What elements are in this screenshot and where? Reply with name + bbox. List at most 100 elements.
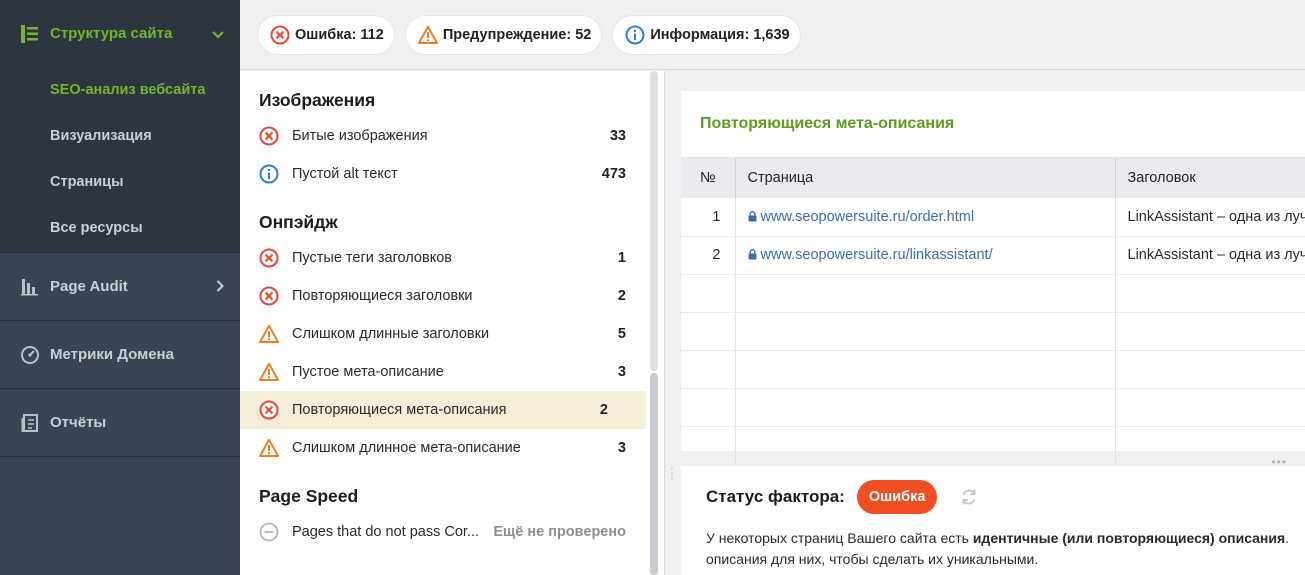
warning-summary-pill[interactable]: Предупреждение: 52 bbox=[405, 15, 602, 54]
sidebar-item-label: Все ресурсы bbox=[50, 220, 143, 236]
error-summary-pill[interactable]: Ошибка: 112 bbox=[258, 15, 394, 54]
description-bold-text: идентичные (или повторяющиеся) описания bbox=[972, 530, 1286, 546]
gauge-icon bbox=[20, 345, 40, 365]
description-text-line2: описания для них, чтобы сделать их уника… bbox=[706, 551, 1039, 567]
error-icon bbox=[259, 400, 279, 420]
factor-label: Повторяющиеся заголовки bbox=[292, 288, 473, 304]
column-header-num[interactable]: № bbox=[681, 158, 736, 198]
refresh-icon[interactable] bbox=[959, 487, 979, 507]
page-url-link[interactable]: www.seopowersuite.ru/linkassistant/ bbox=[761, 247, 993, 263]
factor-row[interactable]: Пустой alt текст 473 bbox=[240, 155, 664, 193]
group-title: Page Speed bbox=[259, 486, 359, 506]
factor-row[interactable]: Повторяющиеся мета-описания 2 bbox=[240, 391, 646, 429]
details-area: Повторяющиеся мета-описания № Страница З… bbox=[666, 71, 1305, 575]
factor-label: Пустой alt текст bbox=[292, 166, 398, 182]
sidebar-item-label: Визуализация bbox=[50, 128, 152, 144]
error-icon bbox=[259, 248, 279, 268]
sidebar-domain-metrics[interactable]: Метрики Домена bbox=[0, 321, 240, 389]
factor-list-scrollbar[interactable] bbox=[648, 71, 660, 575]
empty-cell bbox=[1115, 388, 1305, 427]
chevron-right-icon bbox=[216, 279, 224, 295]
sidebar-reports-label: Отчёты bbox=[50, 414, 107, 431]
sidebar-item-seo-analysis[interactable]: SEO-анализ вебсайта bbox=[0, 67, 240, 113]
details-table: № Страница Заголовок 1 www.seopowersuite.… bbox=[681, 158, 1305, 465]
sidebar-item-pages[interactable]: Страницы bbox=[0, 159, 240, 205]
factor-row[interactable]: Повторяющиеся заголовки 2 bbox=[240, 277, 664, 315]
factor-count: 5 bbox=[617, 326, 626, 342]
empty-cell bbox=[681, 312, 736, 351]
info-summary-pill[interactable]: Информация: 1,639 bbox=[613, 15, 800, 54]
vertical-resize-handle[interactable]: · · · bbox=[670, 462, 674, 484]
sidebar-site-structure[interactable]: Структура сайта bbox=[0, 0, 240, 67]
factor-count: 473 bbox=[601, 166, 626, 182]
details-title: Повторяющиеся мета-описания bbox=[681, 91, 1305, 158]
warning-icon bbox=[417, 25, 438, 45]
factor-label: Пустое мета-описание bbox=[292, 364, 444, 380]
error-icon bbox=[259, 286, 279, 306]
empty-cell bbox=[681, 388, 736, 427]
factor-count: 3 bbox=[617, 440, 626, 456]
page-url-link[interactable]: www.seopowersuite.ru/order.html bbox=[761, 209, 975, 225]
empty-cell bbox=[735, 388, 1116, 427]
info-summary-label: Информация: 1,639 bbox=[650, 26, 790, 43]
factor-status-panel: Статус фактора: Ошибка У некоторых стран… bbox=[681, 466, 1305, 575]
factor-status-label: Статус фактора: bbox=[706, 487, 845, 506]
empty-cell bbox=[1115, 274, 1305, 313]
sidebar: Структура сайта SEO-анализ вебсайта Визу… bbox=[0, 0, 240, 575]
sidebar-reports[interactable]: Отчёты bbox=[0, 389, 240, 457]
warning-icon bbox=[259, 324, 279, 344]
sidebar-page-audit[interactable]: Page Audit bbox=[0, 253, 240, 321]
factor-count: 2 bbox=[617, 288, 626, 304]
empty-table-row bbox=[681, 388, 1305, 427]
table-row[interactable]: 1 www.seopowersuite.ru/order.html LinkAssi… bbox=[681, 198, 1305, 237]
scrollbar-track-upper bbox=[650, 71, 658, 371]
factor-label: Слишком длинное мета-описание bbox=[292, 440, 521, 456]
site-structure-icon bbox=[20, 24, 40, 44]
empty-table-row bbox=[681, 350, 1305, 389]
sidebar-item-all-resources[interactable]: Все ресурсы bbox=[0, 205, 240, 251]
panel-splitter[interactable]: ••• bbox=[666, 451, 1305, 469]
sidebar-item-label: SEO-анализ вебсайта bbox=[50, 82, 206, 98]
factor-count: 1 bbox=[617, 250, 626, 266]
factor-row[interactable]: Пустое мета-описание 3 bbox=[240, 353, 664, 391]
warning-summary-label: Предупреждение: 52 bbox=[442, 26, 592, 43]
page-url-cell[interactable]: www.seopowersuite.ru/order.html bbox=[735, 198, 1116, 237]
heading-cell: LinkAssistant – одна из луч bbox=[1115, 236, 1305, 275]
empty-cell bbox=[1115, 312, 1305, 351]
error-icon bbox=[259, 126, 279, 146]
description-text: У некоторых страниц Вашего сайта есть bbox=[706, 530, 973, 546]
page-url-cell[interactable]: www.seopowersuite.ru/linkassistant/ bbox=[735, 236, 1116, 275]
details-table-body: 1 www.seopowersuite.ru/order.html LinkAssi… bbox=[681, 198, 1305, 465]
group-title: Онпэйдж bbox=[259, 212, 338, 232]
table-row[interactable]: 2 www.seopowersuite.ru/linkassistant/Link… bbox=[681, 236, 1305, 275]
chevron-down-icon bbox=[212, 26, 224, 42]
empty-cell bbox=[681, 350, 736, 389]
factor-list: Изображения Битые изображения 33 Пустой alt… bbox=[240, 71, 664, 551]
lock-icon bbox=[748, 247, 761, 263]
factor-row[interactable]: Слишком длинное мета-описание 3 bbox=[240, 429, 664, 467]
factor-row[interactable]: Pages that do not pass Cor... Ещё не пров… bbox=[240, 513, 664, 551]
group-title: Изображения bbox=[259, 90, 376, 110]
scrollbar-thumb[interactable] bbox=[650, 373, 658, 575]
row-number: 1 bbox=[681, 198, 736, 237]
sidebar-item-visualization[interactable]: Визуализация bbox=[0, 113, 240, 159]
column-header-page[interactable]: Страница bbox=[735, 158, 1116, 198]
sidebar-site-structure-label: Структура сайта bbox=[50, 25, 173, 42]
sidebar-submenu: SEO-анализ вебсайта Визуализация Страниц… bbox=[0, 67, 240, 253]
sidebar-domain-metrics-label: Метрики Домена bbox=[50, 346, 174, 363]
empty-cell bbox=[681, 274, 736, 313]
report-icon bbox=[20, 413, 40, 433]
row-number: 2 bbox=[681, 236, 736, 275]
table-header-row: № Страница Заголовок bbox=[681, 158, 1305, 198]
empty-table-row bbox=[681, 312, 1305, 351]
status-badge: Ошибка bbox=[856, 480, 938, 514]
empty-table-row bbox=[681, 274, 1305, 313]
factor-row[interactable]: Слишком длинные заголовки 5 bbox=[240, 315, 664, 353]
summary-bar: Ошибка: 112 Предупреждение: 52 Информаци… bbox=[240, 0, 1305, 70]
factor-label: Пустые теги заголовков bbox=[292, 250, 452, 266]
factor-label: Битые изображения bbox=[292, 128, 428, 144]
factor-row[interactable]: Пустые теги заголовков 1 bbox=[240, 239, 664, 277]
factor-row[interactable]: Битые изображения 33 bbox=[240, 117, 664, 155]
column-header-heading[interactable]: Заголовок bbox=[1115, 158, 1305, 198]
lock-icon bbox=[748, 209, 761, 225]
